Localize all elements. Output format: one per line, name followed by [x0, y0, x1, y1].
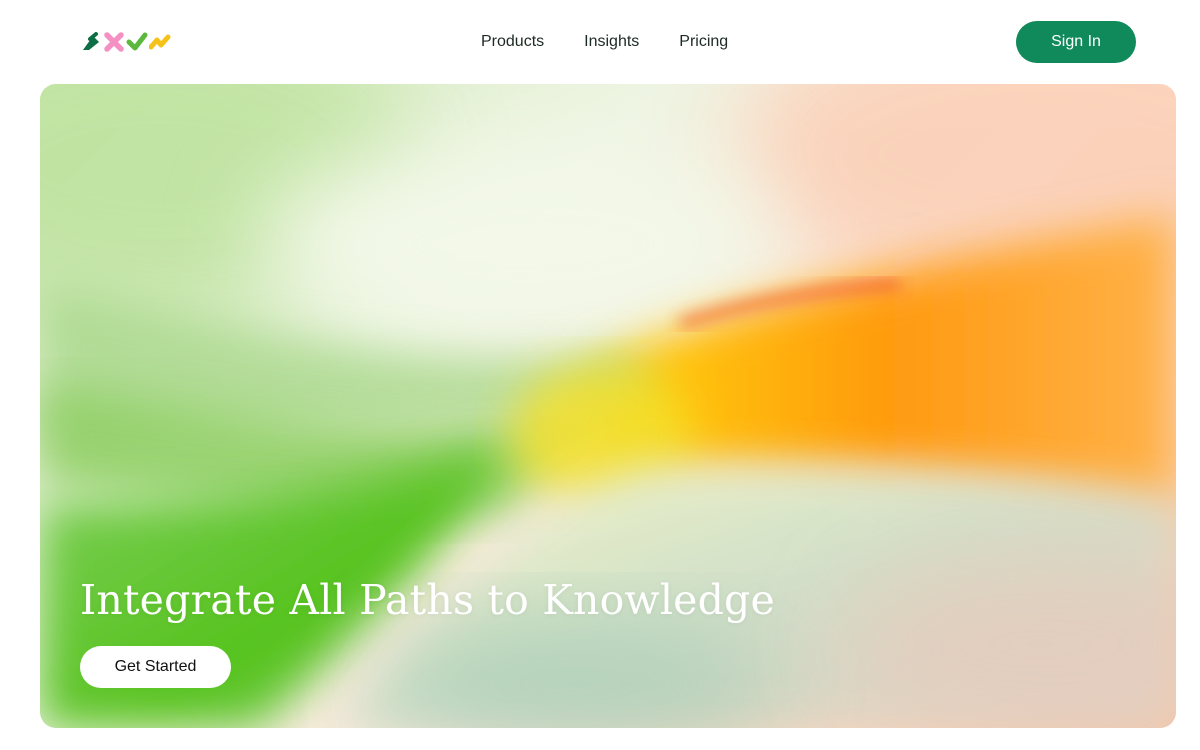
hero-title: Integrate All Paths to Knowledge — [80, 576, 775, 624]
lime-check-icon — [126, 32, 148, 51]
brand-logo[interactable] — [80, 31, 172, 53]
main-nav: Products Insights Pricing — [481, 31, 728, 53]
pink-x-icon — [104, 32, 124, 52]
sign-in-button[interactable]: Sign In — [1016, 21, 1136, 63]
get-started-button[interactable]: Get Started — [80, 646, 231, 688]
yellow-zigzag-icon — [149, 34, 171, 50]
green-leaf-icon — [83, 32, 99, 50]
nav-insights[interactable]: Insights — [584, 31, 639, 53]
site-header: Products Insights Pricing Sign In — [0, 0, 1200, 84]
hero-gradient-artwork — [40, 84, 1176, 728]
hero-banner: Integrate All Paths to Knowledge Get Sta… — [40, 84, 1176, 728]
nav-pricing[interactable]: Pricing — [679, 31, 728, 53]
nav-products[interactable]: Products — [481, 31, 544, 53]
